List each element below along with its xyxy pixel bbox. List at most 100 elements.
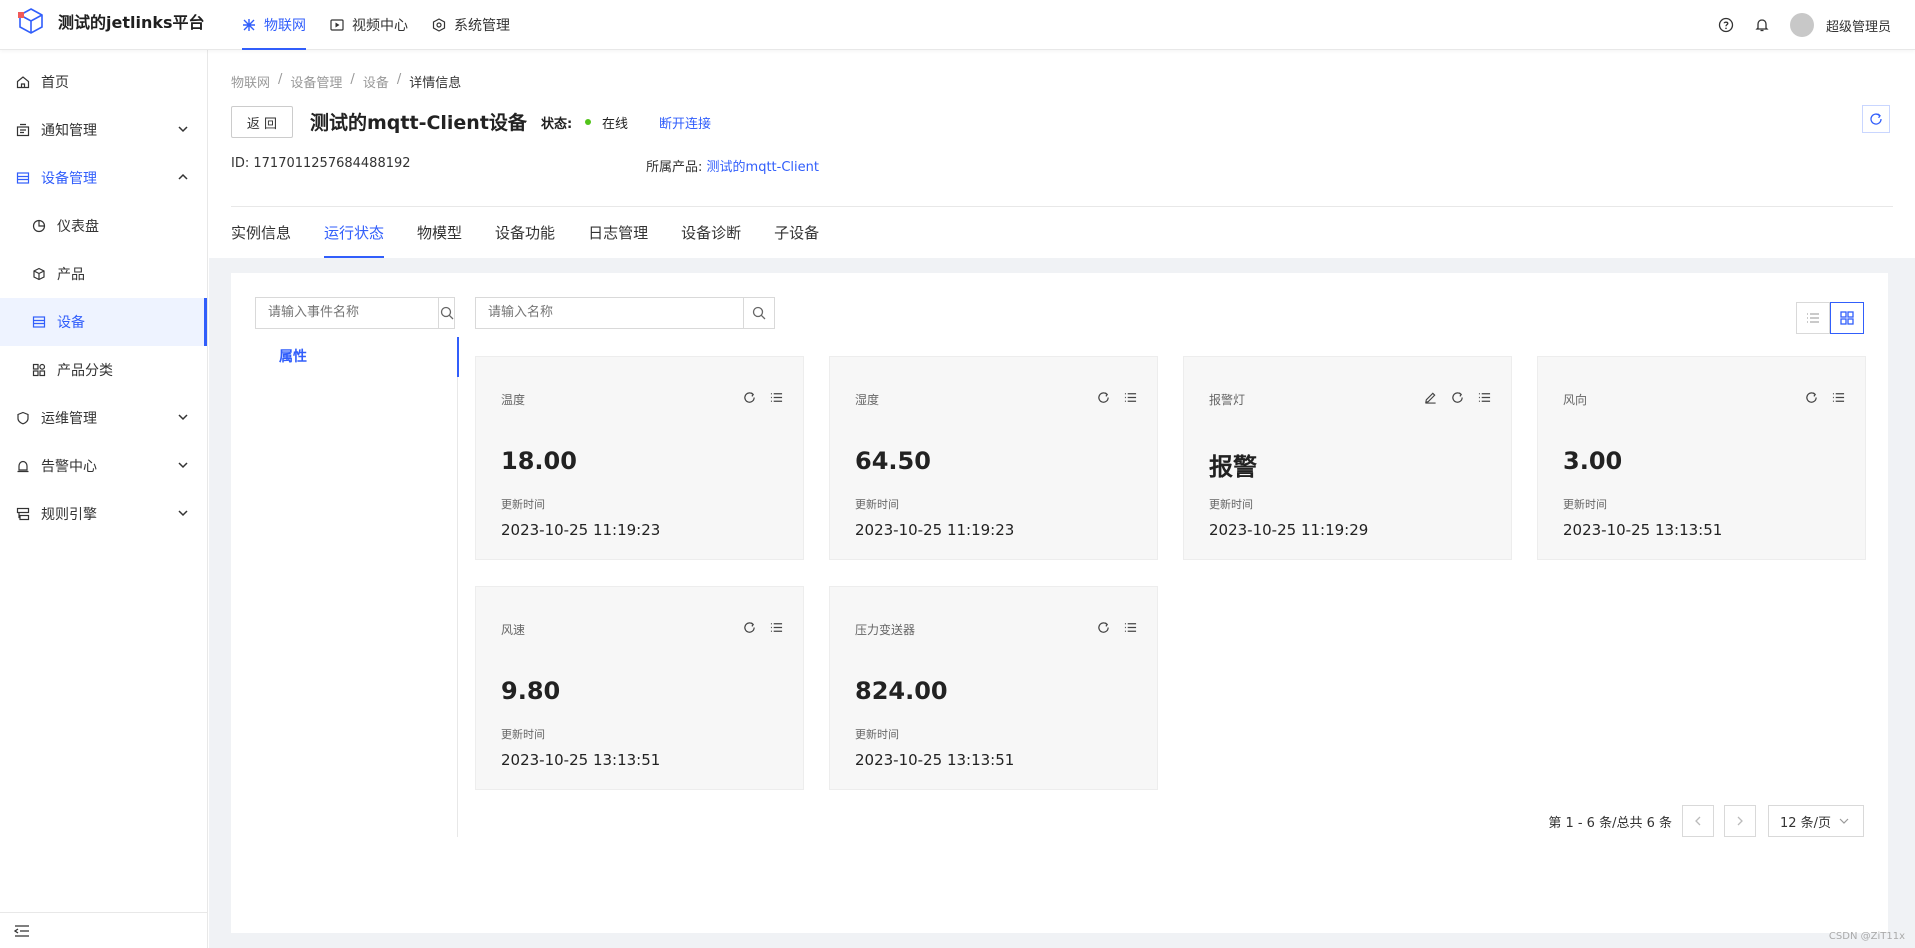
property-card-wind-speed: 风速 9.80 更新时间 2023-10-25 13:13:51 — [475, 586, 804, 790]
sidebar-item-product[interactable]: 产品 — [0, 250, 207, 298]
sidebar-item-alarm[interactable]: 告警中心 — [0, 442, 207, 490]
card-actions — [1424, 391, 1491, 404]
sidebar-item-device[interactable]: 设备 — [0, 298, 207, 346]
tab-log[interactable]: 日志管理 — [588, 214, 648, 258]
home-icon — [15, 74, 31, 90]
event-search — [255, 297, 455, 329]
refresh-button[interactable] — [1862, 105, 1890, 133]
list-detail-icon[interactable] — [1124, 391, 1137, 404]
tab-sub-device[interactable]: 子设备 — [774, 214, 819, 258]
chevron-down-icon — [178, 126, 188, 133]
sidebar-item-label: 告警中心 — [41, 459, 97, 475]
device-id-value: 1717011257684488192 — [253, 156, 411, 171]
pagination: 第 1 - 6 条/总共 6 条 12 条/页 — [1548, 805, 1864, 837]
breadcrumb-current: 详情信息 — [409, 76, 462, 91]
tab-thing-model[interactable]: 物模型 — [417, 214, 462, 258]
notification-icon — [15, 122, 31, 138]
page-size-select[interactable]: 12 条/页 — [1768, 805, 1864, 837]
tab-instance-info[interactable]: 实例信息 — [231, 214, 291, 258]
topnav-item-system[interactable]: 系统管理 — [420, 0, 522, 50]
list-detail-icon[interactable] — [1478, 391, 1491, 404]
refresh-icon[interactable] — [1097, 391, 1110, 404]
disconnect-link[interactable]: 断开连接 — [659, 113, 711, 132]
prev-page-button[interactable] — [1682, 805, 1714, 837]
page-header: 物联网 / 设备管理 / 设备 / 详情信息 返 回 测试的mqtt-Client设备… — [209, 50, 1915, 258]
back-button[interactable]: 返 回 — [231, 106, 293, 138]
next-page-button[interactable] — [1724, 805, 1756, 837]
list-view-button[interactable] — [1796, 302, 1830, 334]
property-name: 风向 — [1563, 393, 1588, 407]
refresh-icon[interactable] — [1451, 391, 1464, 404]
collapse-sidebar-button[interactable] — [0, 912, 208, 948]
sidebar-item-ops[interactable]: 运维管理 — [0, 394, 207, 442]
product-link[interactable]: 测试的mqtt-Client — [707, 160, 819, 175]
card-actions — [743, 391, 783, 404]
refresh-icon[interactable] — [743, 621, 756, 634]
menu-item-property[interactable]: 属性 — [255, 337, 459, 377]
device-manage-icon — [15, 170, 31, 186]
property-card-pressure: 压力变送器 824.00 更新时间 2023-10-25 13:13:51 — [829, 586, 1158, 790]
event-search-input[interactable] — [256, 298, 438, 328]
sidebar-item-rule[interactable]: 规则引擎 — [0, 490, 207, 538]
chevron-down-icon — [178, 462, 188, 469]
event-search-button[interactable] — [438, 298, 454, 328]
refresh-icon — [1870, 113, 1882, 125]
alarm-icon — [15, 458, 31, 474]
sidebar-item-label: 通知管理 — [41, 123, 97, 139]
sidebar-item-label: 设备 — [57, 315, 85, 331]
device-product: 所属产品: 测试的mqtt-Client — [646, 156, 819, 175]
property-name: 风速 — [501, 623, 526, 637]
main-content: 物联网 / 设备管理 / 设备 / 详情信息 返 回 测试的mqtt-Client设备… — [209, 50, 1915, 948]
breadcrumb-item[interactable]: 物联网 — [231, 72, 270, 91]
topnav-label: 视频中心 — [352, 18, 408, 34]
top-right-tools: 超级管理员 — [1718, 0, 1891, 50]
page-size-value: 12 条/页 — [1780, 815, 1832, 831]
list-detail-icon[interactable] — [770, 391, 783, 404]
update-time-label: 更新时间 — [855, 498, 899, 511]
property-name: 压力变送器 — [855, 623, 916, 637]
topnav-item-iot[interactable]: 物联网 — [230, 0, 318, 50]
property-value: 3.00 — [1563, 447, 1623, 475]
user-menu[interactable]: 超级管理员 — [1789, 13, 1891, 37]
breadcrumb-separator: / — [350, 72, 355, 87]
tab-device-function[interactable]: 设备功能 — [495, 214, 555, 258]
breadcrumb-separator: / — [396, 72, 402, 87]
name-search-button[interactable] — [743, 298, 774, 328]
card-view-button[interactable] — [1830, 302, 1864, 334]
property-value: 824.00 — [855, 677, 948, 705]
breadcrumb-item[interactable]: 设备管理 — [290, 72, 342, 91]
top-bar: 测试的jetlinks平台 物联网 视频中心 系统管理 超级管理员 — [0, 0, 1915, 50]
list-icon — [1807, 313, 1819, 323]
tab-diagnosis[interactable]: 设备诊断 — [681, 214, 741, 258]
chevron-up-icon — [178, 173, 188, 180]
update-time: 2023-10-25 11:19:29 — [1209, 521, 1369, 539]
update-time-label: 更新时间 — [1563, 498, 1607, 511]
property-name: 报警灯 — [1209, 393, 1246, 407]
refresh-icon[interactable] — [743, 391, 756, 404]
chevron-down-icon — [178, 414, 188, 421]
edit-icon[interactable] — [1424, 391, 1437, 404]
search-icon — [440, 306, 453, 320]
refresh-icon[interactable] — [1805, 391, 1818, 404]
sidebar-item-category[interactable]: 产品分类 — [0, 346, 207, 394]
app-logo[interactable]: 测试的jetlinks平台 — [16, 8, 205, 34]
property-card-humidity: 湿度 64.50 更新时间 2023-10-25 11:19:23 — [829, 356, 1158, 560]
list-detail-icon[interactable] — [770, 621, 783, 634]
sidebar-item-dashboard[interactable]: 仪表盘 — [0, 202, 207, 250]
list-detail-icon[interactable] — [1832, 391, 1845, 404]
refresh-icon[interactable] — [1097, 621, 1110, 634]
sidebar-item-notification[interactable]: 通知管理 — [0, 106, 207, 154]
tab-running-status[interactable]: 运行状态 — [324, 214, 385, 258]
card-actions — [1805, 391, 1845, 404]
topnav-item-video[interactable]: 视频中心 — [318, 0, 420, 50]
bell-icon[interactable] — [1754, 17, 1770, 33]
breadcrumb-item[interactable]: 设备 — [363, 72, 389, 91]
list-detail-icon[interactable] — [1124, 621, 1137, 634]
sidebar-item-device-manage[interactable]: 设备管理 — [0, 154, 207, 202]
dashboard-icon — [31, 218, 47, 234]
card-actions — [1097, 391, 1137, 404]
help-icon[interactable] — [1718, 17, 1734, 33]
name-search-input[interactable] — [476, 298, 743, 328]
chevron-down-icon — [178, 510, 188, 517]
sidebar-item-home[interactable]: 首页 — [0, 58, 207, 106]
